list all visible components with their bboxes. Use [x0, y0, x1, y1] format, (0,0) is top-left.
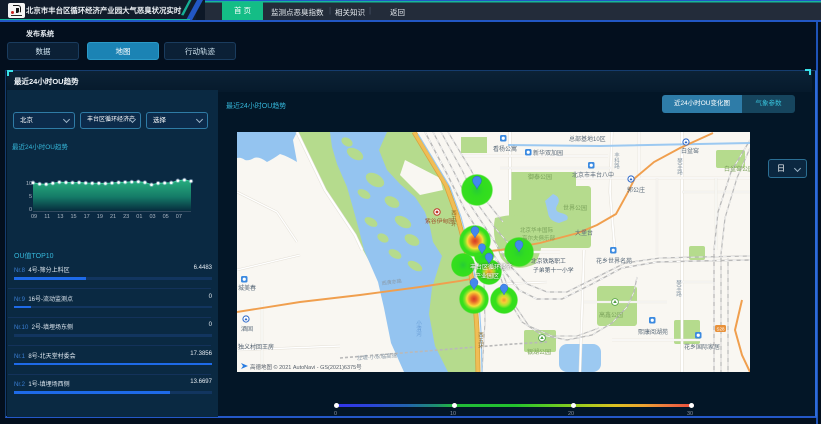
svg-text:白盆窑公园: 白盆窑公园 [724, 165, 750, 173]
svg-text:熙康阅湖苑: 熙康阅湖苑 [638, 328, 668, 336]
svg-text:樊羊路: 樊羊路 [676, 157, 683, 176]
svg-text:银湖公园: 银湖公园 [527, 348, 551, 356]
svg-text:酒固: 酒固 [241, 325, 253, 333]
svg-text:西五环: 西五环 [477, 332, 484, 350]
svg-text:北京华丰国际: 北京华丰国际 [520, 226, 554, 234]
svg-text:新华双加园: 新华双加园 [533, 149, 563, 157]
svg-text:高鑫公园: 高鑫公园 [599, 311, 623, 319]
svg-text:看杨公寓: 看杨公寓 [493, 145, 517, 153]
svg-text:世界公园: 世界公园 [563, 204, 587, 212]
svg-text:高德地图 © 2021 AutoNavi - GS(2021: 高德地图 © 2021 AutoNavi - GS(2021)6375号 [250, 363, 362, 371]
svg-text:御泰公园: 御泰公园 [528, 173, 552, 181]
svg-text:S28: S28 [717, 327, 726, 332]
svg-text:西五环: 西五环 [450, 210, 457, 228]
svg-text:产业园区: 产业园区 [475, 272, 499, 280]
svg-text:北京市丰台八中: 北京市丰台八中 [572, 171, 614, 179]
svg-text:大堡台: 大堡台 [575, 229, 593, 237]
svg-text:子弟第十一小学: 子弟第十一小学 [533, 266, 574, 274]
svg-text:高尔夫俱乐部: 高尔夫俱乐部 [522, 234, 556, 242]
svg-text:丰科路: 丰科路 [613, 151, 620, 170]
svg-text:花乡国际家居: 花乡国际家居 [684, 343, 720, 351]
svg-text:城美春: 城美春 [238, 284, 256, 292]
svg-text:独义村回王房: 独义村回王房 [238, 343, 274, 351]
svg-text:丰台区循环经济: 丰台区循环经济 [470, 263, 512, 271]
svg-text:总部基地10区: 总部基地10区 [569, 135, 606, 143]
svg-text:白盆窑: 白盆窑 [681, 147, 699, 155]
svg-text:小清河: 小清河 [415, 319, 422, 337]
svg-text:郭公庄: 郭公庄 [627, 186, 645, 194]
svg-text:北京铁路职工: 北京铁路职工 [531, 257, 566, 265]
svg-text:花乡世界名苑: 花乡世界名苑 [596, 257, 632, 265]
svg-text:樊羊路: 樊羊路 [675, 279, 682, 298]
